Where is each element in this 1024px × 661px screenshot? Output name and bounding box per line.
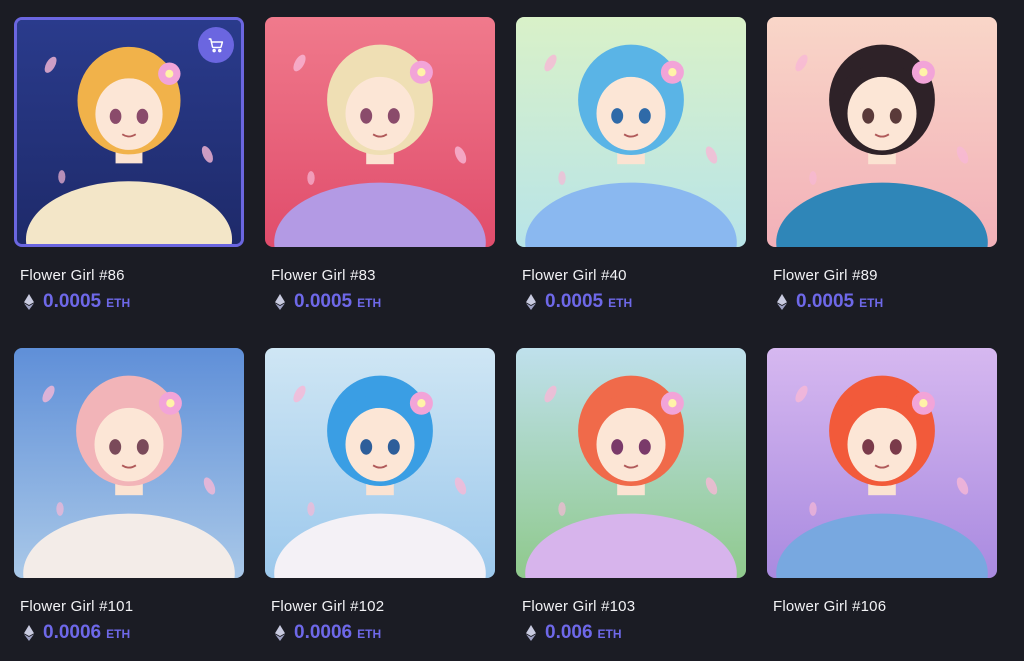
price-unit: ETH (106, 296, 131, 310)
price-amount: 0.0006 (43, 622, 102, 643)
nft-title[interactable]: Flower Girl #86 (20, 267, 125, 284)
nft-image[interactable] (265, 17, 495, 247)
price-unit: ETH (608, 296, 633, 310)
eth-icon (526, 294, 536, 310)
add-to-cart-button[interactable] (198, 27, 234, 63)
nft-image[interactable] (767, 348, 997, 578)
nft-title[interactable]: Flower Girl #83 (271, 267, 376, 284)
nft-title[interactable]: Flower Girl #103 (522, 598, 635, 615)
price-unit: ETH (357, 296, 382, 310)
nft-image[interactable] (14, 348, 244, 578)
nft-image[interactable] (265, 348, 495, 578)
nft-price: 0.0006 ETH (275, 622, 381, 644)
nft-price: 0.0005 ETH (526, 291, 632, 313)
nft-price: 0.0005 ETH (24, 291, 130, 313)
nft-card[interactable]: Flower Girl #101 0.0006 ETH (14, 348, 244, 661)
price-amount: 0.0005 (43, 291, 102, 312)
price-amount: 0.0006 (294, 622, 353, 643)
price-unit: ETH (859, 296, 884, 310)
price-amount: 0.006 (545, 622, 593, 643)
nft-grid: Flower Girl #86 0.0005 ETH Flower Girl #… (14, 17, 997, 661)
nft-price: 0.006 ETH (526, 622, 622, 644)
nft-card[interactable]: Flower Girl #83 0.0005 ETH (265, 17, 495, 348)
price-amount: 0.0005 (545, 291, 604, 312)
nft-title[interactable]: Flower Girl #40 (522, 267, 627, 284)
eth-icon (24, 625, 34, 641)
nft-card[interactable]: Flower Girl #40 0.0005 ETH (516, 17, 746, 348)
nft-card[interactable]: Flower Girl #89 0.0005 ETH (767, 17, 997, 348)
nft-image[interactable] (516, 348, 746, 578)
cart-icon (208, 38, 224, 53)
nft-price: 0.0005 ETH (275, 291, 381, 313)
nft-image[interactable] (516, 17, 746, 247)
nft-card[interactable]: Flower Girl #106 (767, 348, 997, 661)
nft-card[interactable]: Flower Girl #103 0.006 ETH (516, 348, 746, 661)
nft-title[interactable]: Flower Girl #102 (271, 598, 384, 615)
nft-price: 0.0005 ETH (777, 291, 883, 313)
nft-image[interactable] (767, 17, 997, 247)
nft-card[interactable]: Flower Girl #102 0.0006 ETH (265, 348, 495, 661)
price-amount: 0.0005 (294, 291, 353, 312)
nft-card[interactable]: Flower Girl #86 0.0005 ETH (14, 17, 244, 348)
eth-icon (777, 294, 787, 310)
price-unit: ETH (357, 627, 382, 641)
eth-icon (526, 625, 536, 641)
nft-title[interactable]: Flower Girl #106 (773, 598, 886, 615)
eth-icon (275, 625, 285, 641)
eth-icon (24, 294, 34, 310)
nft-title[interactable]: Flower Girl #101 (20, 598, 133, 615)
nft-title[interactable]: Flower Girl #89 (773, 267, 878, 284)
price-unit: ETH (106, 627, 131, 641)
nft-price: 0.0006 ETH (24, 622, 130, 644)
price-unit: ETH (597, 627, 622, 641)
eth-icon (275, 294, 285, 310)
price-amount: 0.0005 (796, 291, 855, 312)
